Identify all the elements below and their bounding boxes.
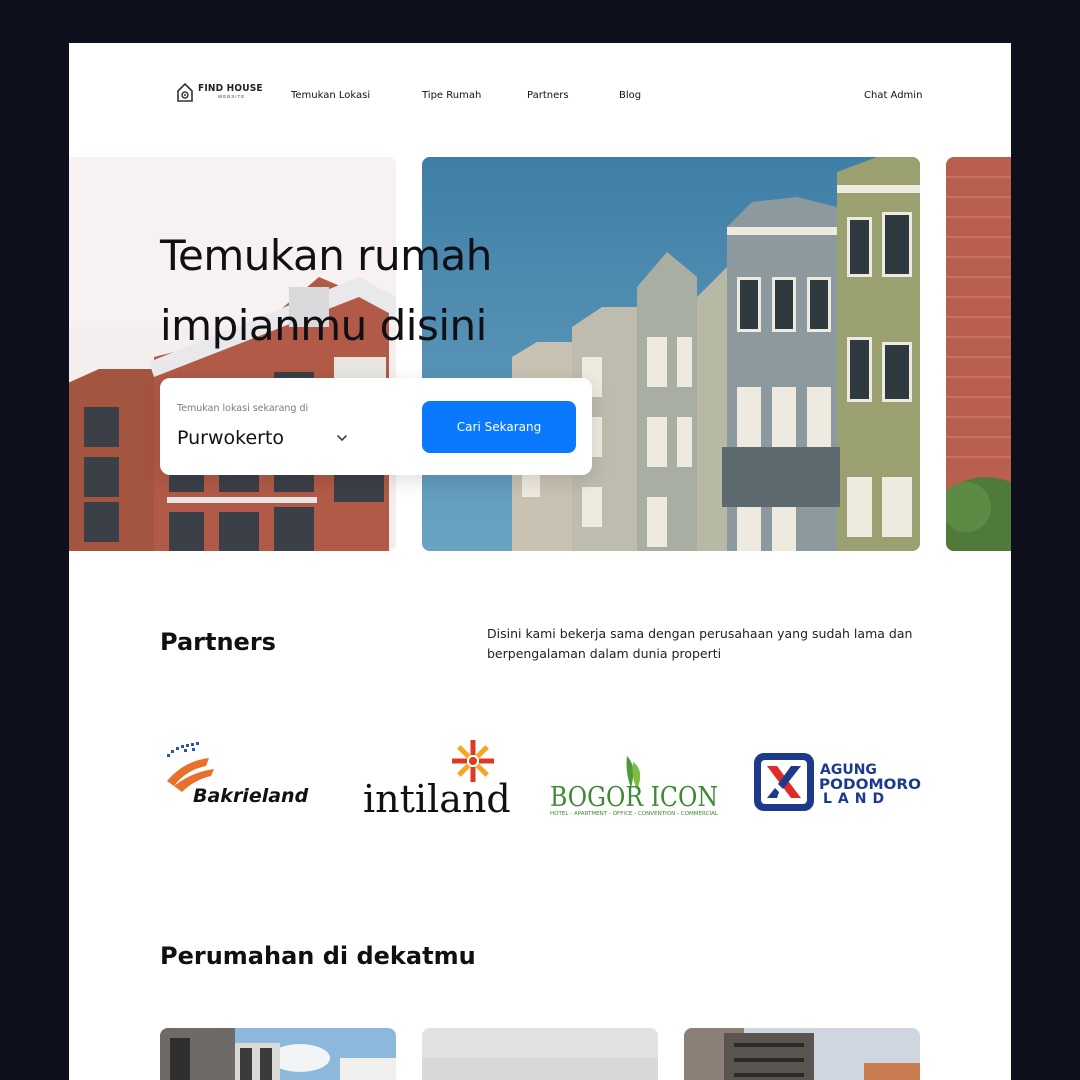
- chevron-down-icon[interactable]: [335, 431, 349, 445]
- partner-logo-bakrieland[interactable]: Bakrieland: [164, 736, 324, 808]
- hero-title-line-1: Temukan rumah: [160, 231, 492, 280]
- land-word: LAND: [823, 791, 890, 807]
- nav-temukan-lokasi[interactable]: Temukan Lokasi: [291, 90, 370, 101]
- bogor-icon-mark-icon: BOGOR ICON HOTEL - APARTMENT - OFFICE - …: [550, 756, 718, 817]
- brick-wall-illustration: [946, 157, 1011, 551]
- location-select[interactable]: Purwokerto: [177, 427, 284, 449]
- agung-word: AGUNG: [820, 762, 877, 778]
- agung-podomoro-mark-icon: AGUNG PODOMORO LAND: [754, 753, 921, 811]
- intiland-wordmark: intiland: [363, 777, 511, 816]
- nearby-housing-title: Perumahan di dekatmu: [160, 942, 476, 970]
- partner-logo-bogor-icon[interactable]: BOGOR ICON HOTEL - APARTMENT - OFFICE - …: [549, 748, 721, 820]
- housing-card-2-image: [422, 1028, 658, 1080]
- nav-blog[interactable]: Blog: [619, 90, 641, 101]
- housing-card-1-image: [160, 1028, 396, 1080]
- partners-title: Partners: [160, 628, 276, 656]
- housing-card-2[interactable]: [422, 1028, 658, 1080]
- bogor-icon-wordmark: BOGOR ICON: [550, 782, 718, 813]
- landing-page: FIND HOUSE WEBSITE Temukan Lokasi Tipe R…: [69, 43, 1011, 1080]
- chat-admin-link[interactable]: Chat Admin: [864, 90, 922, 101]
- partner-logo-intiland[interactable]: intiland: [361, 736, 521, 821]
- location-search-card: Temukan lokasi sekarang di Purwokerto Ca…: [160, 378, 592, 475]
- logo-title: FIND HOUSE: [198, 83, 263, 95]
- top-navigation: FIND HOUSE WEBSITE Temukan Lokasi Tipe R…: [69, 43, 1011, 153]
- bakrieland-mark-icon: Bakrieland: [167, 742, 309, 807]
- housing-card-3-image: [684, 1028, 920, 1080]
- hero-image-main: [422, 157, 920, 551]
- intiland-mark-icon: intiland: [363, 740, 511, 821]
- hero-image-right: [946, 157, 1011, 551]
- logo-subtitle: WEBSITE: [218, 94, 246, 100]
- nav-tipe-rumah[interactable]: Tipe Rumah: [422, 90, 481, 101]
- row-houses-illustration: [422, 157, 920, 551]
- nav-partners[interactable]: Partners: [527, 90, 569, 101]
- bogor-icon-tagline: HOTEL - APARTMENT - OFFICE - CONVENTION …: [550, 811, 718, 817]
- hero-title-line-2: impianmu disini: [160, 301, 487, 350]
- housing-card-1[interactable]: [160, 1028, 396, 1080]
- housing-card-3[interactable]: [684, 1028, 920, 1080]
- logo[interactable]: FIND HOUSE WEBSITE: [176, 81, 263, 103]
- search-button[interactable]: Cari Sekarang: [422, 401, 576, 453]
- house-logo-icon: [177, 82, 193, 102]
- bakrieland-wordmark: Bakrieland: [193, 785, 309, 807]
- partners-description: Disini kami bekerja sama dengan perusaha…: [487, 626, 913, 661]
- partner-logo-agung-podomoro[interactable]: AGUNG PODOMORO LAND: [753, 751, 923, 815]
- search-label: Temukan lokasi sekarang di: [177, 403, 309, 414]
- hero-title: Temukan rumah impianmu disini: [160, 221, 492, 361]
